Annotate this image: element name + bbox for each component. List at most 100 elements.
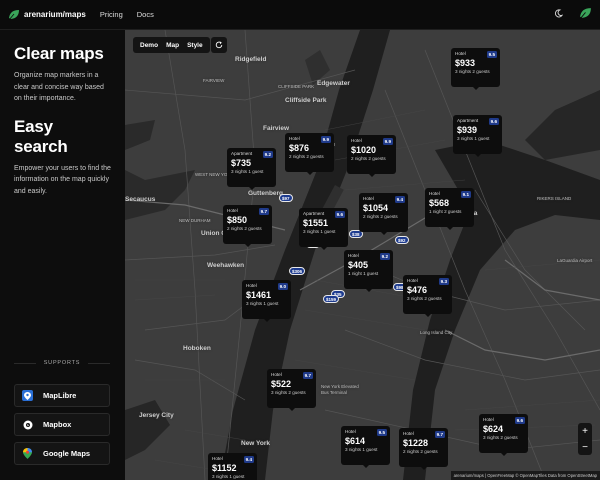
theme-toggle-moon-icon[interactable]	[554, 9, 563, 18]
map-attribution[interactable]: arenarium/maps | OpenFreeMap © OpenMapTi…	[450, 471, 600, 480]
place-label: Ridgefield	[235, 56, 267, 63]
marker-details: 3 nights 2 guests	[271, 390, 306, 395]
marker-card[interactable]: Hotel $614 3 nights 1 guest 9.5	[341, 426, 390, 468]
text-easy-search: Empower your users to find the informati…	[14, 164, 111, 195]
marker-details: 3 nights 2 guests	[483, 435, 518, 440]
marker-card[interactable]: Hotel $476 3 nights 2 guests 9.3	[403, 275, 452, 317]
marker-price: $1152	[212, 463, 237, 473]
place-label: New York	[241, 440, 271, 447]
marker-price: $614	[345, 436, 366, 446]
place-label: RIKERS ISLAND	[537, 196, 572, 201]
marker-card[interactable]: Hotel $568 1 night 2 guests 9.1	[425, 188, 474, 230]
marker-rating-badge: 9.3	[438, 278, 449, 285]
marker-price: $735	[231, 158, 252, 168]
place-label: NEW DURHAM	[179, 218, 211, 223]
nav-link-docs[interactable]: Docs	[137, 10, 154, 19]
map-toolbar: Demo Map Style	[133, 37, 210, 53]
marker-card[interactable]: Hotel $624 3 nights 2 guests 9.6	[479, 414, 528, 456]
marker-pill[interactable]: $92	[395, 236, 409, 244]
marker-card[interactable]: Hotel $1461 3 nights 1 guest 9.0	[242, 280, 291, 322]
place-label: Weehawken	[207, 262, 245, 269]
mapbox-icon	[22, 419, 33, 430]
marker-pill[interactable]: $97	[279, 194, 293, 202]
zoom-in-button[interactable]: +	[578, 423, 592, 439]
marker-card[interactable]: Hotel $1054 2 nights 2 guests 9.4	[359, 193, 408, 235]
marker-details: 3 nights 1 guest	[246, 301, 279, 306]
map-canvas[interactable]: Ridgefield FAIRVIEW CLIFFSIDE PARK Edgew…	[125, 30, 600, 480]
sidebar: Clear maps Organize map markers in a cle…	[0, 30, 125, 480]
toolbar-demo-button[interactable]: Demo	[136, 42, 162, 49]
supports-label: SUPPORTS	[43, 360, 81, 366]
marker-details: 2 nights 2 guests	[351, 156, 386, 161]
marker-card[interactable]: Hotel $1228 2 nights 2 guests 9.7	[399, 428, 448, 470]
marker-price: $1020	[351, 145, 377, 155]
marker-details: 3 nights 1 guest	[457, 136, 490, 141]
place-label: New York Elevated Bus Terminal	[321, 384, 359, 395]
place-label: Edgewater	[317, 80, 350, 87]
marker-rating-badge: 9.9	[320, 136, 331, 143]
marker-rating-badge: 9.0	[277, 283, 288, 290]
marker-price: $1228	[403, 438, 429, 448]
marker-rating-badge: 9.5	[376, 429, 387, 436]
marker-rating-badge: 9.1	[460, 191, 471, 198]
heading-clear-maps: Clear maps	[14, 44, 104, 63]
place-label: Cliffside Park	[285, 97, 327, 104]
toolbar-style-button[interactable]: Style	[183, 42, 207, 49]
marker-card[interactable]: Apartment $1551 3 nights 1 guest 9.6	[299, 208, 348, 250]
place-label: Hoboken	[183, 345, 211, 352]
marker-card[interactable]: Apartment $735 3 nights 1 guest 9.2	[227, 148, 276, 190]
marker-details: 3 nights 1 guest	[303, 229, 336, 234]
leaf-logo-icon	[8, 9, 19, 20]
marker-rating-badge: 9.6	[514, 417, 525, 424]
marker-card[interactable]: Hotel $405 1 night 1 guest 9.2	[344, 250, 393, 292]
marker-card[interactable]: Apartment $939 3 nights 1 guest 9.6	[453, 115, 502, 157]
marker-pill[interactable]: $159	[323, 295, 340, 303]
brand-link[interactable]: arenarium/maps	[8, 9, 86, 21]
marker-rating-badge: 9.7	[302, 372, 313, 379]
text-clear-maps: Organize map markers in a clear and conc…	[14, 72, 104, 102]
nav-link-pricing[interactable]: Pricing	[100, 10, 123, 19]
marker-price: $1054	[363, 203, 389, 213]
marker-details: 2 nights 2 guests	[289, 154, 324, 159]
google-maps-icon	[22, 448, 33, 459]
marker-rating-badge: 9.5	[486, 51, 497, 58]
provider-label-google-maps: Google Maps	[43, 449, 91, 458]
toolbar-map-button[interactable]: Map	[162, 42, 183, 49]
marker-rating-badge: 9.6	[334, 211, 345, 218]
marker-price: $476	[407, 285, 428, 295]
provider-button-google-maps[interactable]: Google Maps	[14, 442, 110, 465]
marker-card[interactable]: Hotel $522 3 nights 2 guests 9.7	[267, 369, 316, 411]
provider-label-mapbox: Mapbox	[43, 420, 72, 429]
place-label: LaGuardia Airport	[557, 258, 593, 263]
zoom-out-button[interactable]: −	[578, 439, 592, 455]
maplibre-icon	[22, 390, 33, 401]
place-label: Fairview	[263, 125, 290, 132]
marker-card[interactable]: Hotel $876 2 nights 2 guests 9.9	[285, 133, 334, 175]
marker-details: 3 nights 2 guests	[455, 69, 490, 74]
marker-price: $939	[457, 125, 478, 135]
marker-rating-badge: 9.4	[394, 196, 405, 203]
marker-rating-badge: 9.9	[382, 138, 393, 145]
marker-details: 3 nights 1 guest	[345, 447, 378, 452]
provider-button-maplibre[interactable]: MapLibre	[14, 384, 110, 407]
place-label: Guttenberg	[248, 190, 284, 197]
refresh-button[interactable]	[211, 37, 227, 53]
leaf-logo-icon-right[interactable]	[579, 7, 592, 20]
marker-card[interactable]: Hotel $1020 2 nights 2 guests 9.9	[347, 135, 396, 177]
marker-card[interactable]: Hotel $1152 3 nights 1 guest 9.4	[208, 453, 257, 480]
provider-button-mapbox[interactable]: Mapbox	[14, 413, 110, 436]
marker-pill[interactable]: $306	[289, 267, 306, 275]
marker-details: 3 nights 2 guests	[407, 296, 442, 301]
marker-card[interactable]: Hotel $933 3 nights 2 guests 9.5	[451, 48, 500, 90]
marker-rating-badge: 9.2	[379, 253, 390, 260]
supports-divider: SUPPORTS	[14, 360, 110, 366]
marker-price: $1551	[303, 218, 329, 228]
marker-price: $876	[289, 143, 310, 153]
heading-easy-search: Easy search	[14, 116, 68, 156]
marker-details: 2 nights 2 guests	[227, 226, 262, 231]
place-label: Jersey City	[139, 412, 174, 419]
marker-details: 2 nights 2 guests	[403, 449, 438, 454]
brand-name: arenarium/maps	[24, 10, 86, 19]
marker-card[interactable]: Hotel $850 2 nights 2 guests 9.7	[223, 205, 272, 247]
marker-details: 3 nights 1 guest	[231, 169, 264, 174]
